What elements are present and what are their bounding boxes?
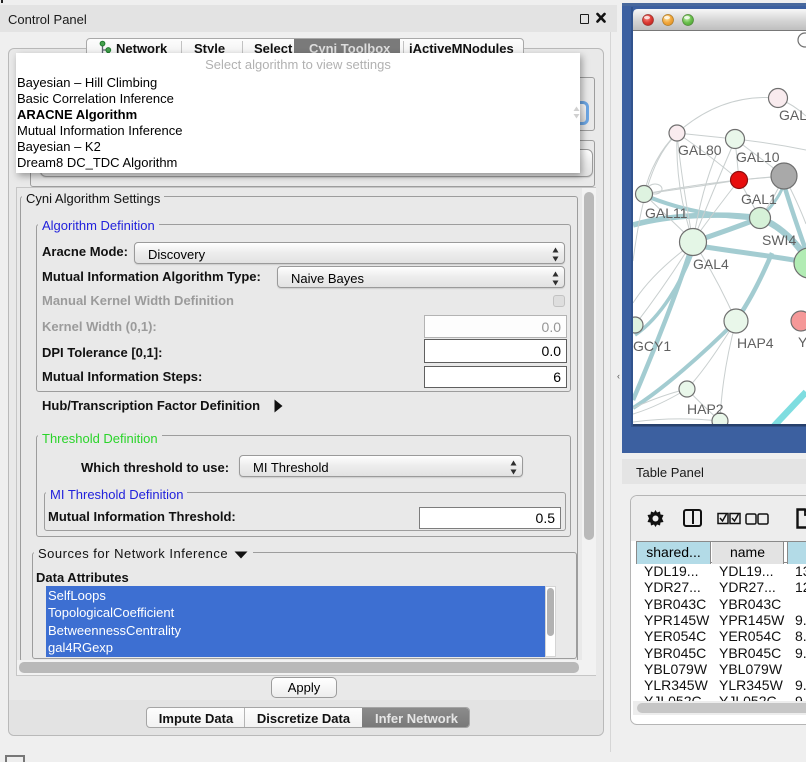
svg-text:YBR: YBR (798, 334, 806, 350)
svg-text:GAL7: GAL7 (779, 107, 806, 123)
svg-text:GAL1: GAL1 (741, 191, 777, 207)
svg-text:GCY1: GCY1 (633, 338, 671, 354)
svg-text:GAL4: GAL4 (693, 256, 729, 272)
svg-text:GAL80: GAL80 (678, 142, 722, 158)
svg-text:HAP2: HAP2 (687, 401, 724, 417)
svg-text:GAL10: GAL10 (736, 149, 780, 165)
svg-text:GAL11: GAL11 (645, 205, 688, 221)
svg-text:HAP4: HAP4 (737, 335, 774, 351)
svg-text:SWI4: SWI4 (762, 232, 796, 248)
